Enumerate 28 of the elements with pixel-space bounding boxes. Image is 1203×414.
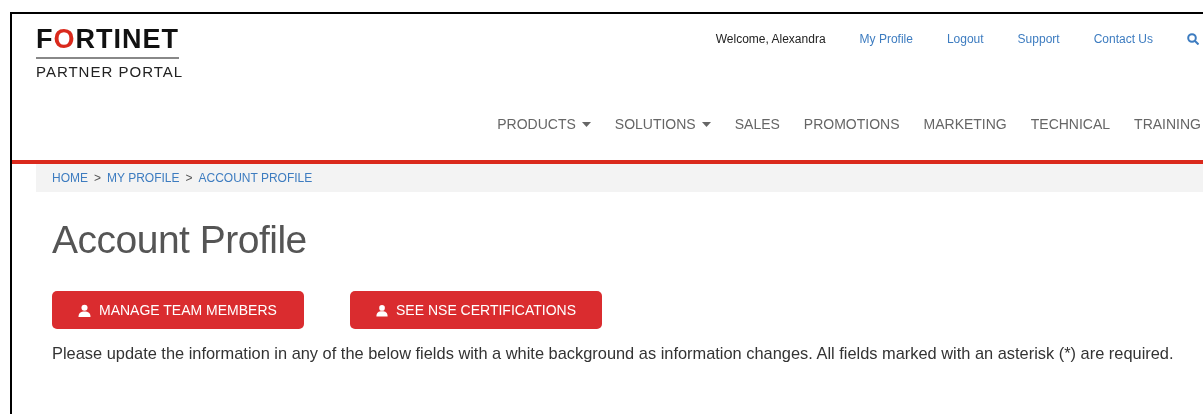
logo-subtitle: PARTNER PORTAL — [36, 62, 185, 82]
nav-item[interactable]: TRAINING — [1134, 114, 1201, 135]
header-link[interactable]: Logout — [946, 30, 984, 48]
nav-item[interactable]: PROMOTIONS — [803, 114, 900, 135]
user-icon — [376, 303, 389, 317]
nav-item[interactable]: TECHNICAL — [1030, 114, 1111, 135]
nav-item[interactable]: SOLUTIONS — [614, 114, 711, 135]
action-button[interactable]: SEE NSE CERTIFICATIONS — [350, 291, 602, 329]
caret-icon — [581, 122, 591, 127]
nav-item[interactable]: MARKETING — [923, 114, 1007, 135]
header-link[interactable]: Support — [1017, 30, 1060, 48]
breadcrumb-separator: > — [94, 170, 101, 187]
page-title: Account Profile — [52, 220, 308, 259]
nav-item[interactable]: SALES — [734, 114, 780, 135]
intro-paragraph: Please update the information in any of the below fields with a white background as information changes. All fields marked with an asterisk (*) are required. — [52, 343, 1175, 364]
caret-icon — [701, 122, 711, 127]
breadcrumb-link[interactable]: MY PROFILE — [107, 169, 180, 187]
nav-item[interactable]: PRODUCTS — [497, 114, 591, 135]
user-icon — [78, 303, 91, 317]
breadcrumb-link[interactable]: ACCOUNT PROFILE — [198, 169, 313, 187]
header-link[interactable]: My Profile — [859, 30, 913, 48]
breadcrumb-link[interactable]: HOME — [52, 169, 88, 187]
logo-wordmark: FORTINET — [36, 26, 180, 59]
welcome-text: Welcome, Alexandra — [715, 31, 826, 48]
header-link[interactable]: Contact Us — [1093, 30, 1153, 48]
search-icon[interactable] — [1187, 33, 1199, 45]
action-button[interactable]: MANAGE TEAM MEMBERS — [52, 291, 304, 329]
breadcrumb-separator: > — [185, 170, 193, 187]
